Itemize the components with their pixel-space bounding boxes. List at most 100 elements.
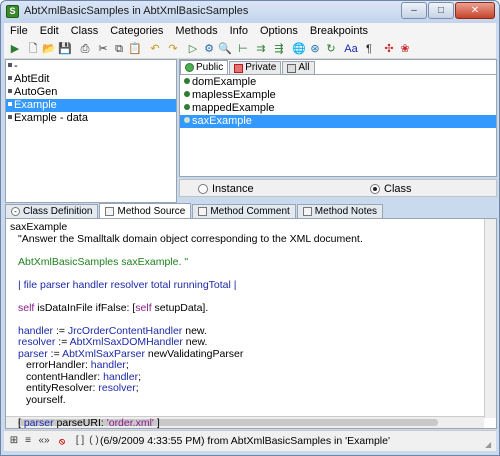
back-icon[interactable]: «» [38, 435, 50, 447]
method-label: domExample [192, 76, 257, 88]
public-icon [185, 63, 194, 72]
method-list-item[interactable]: domExample [180, 76, 496, 89]
menu-categories[interactable]: Categories [104, 23, 169, 39]
redo-icon[interactable]: ↷ [166, 42, 180, 56]
code-token: "Answer the Smalltalk domain object corr… [18, 232, 363, 245]
tab-label: Class Definition [23, 206, 93, 217]
menu-file[interactable]: File [4, 23, 34, 39]
tab-label: Private [245, 62, 277, 73]
class-radio[interactable]: Class [370, 183, 412, 195]
method-list-item-selected[interactable]: saxExample [180, 115, 496, 128]
close-button[interactable]: ✕ [455, 2, 495, 19]
code-line: AbtXmlBasicSamples saxExample. " [18, 255, 189, 268]
senders-icon[interactable]: ⇉ [254, 42, 268, 56]
stop-icon[interactable]: ⦸ [56, 435, 68, 447]
radio-label: Class [384, 183, 412, 195]
window-title: AbtXmlBasicSamples in AbtXmlBasicSamples [24, 5, 249, 17]
class-list-item[interactable]: AbtEdit [6, 73, 176, 86]
code-token: ; [135, 382, 139, 394]
save-icon[interactable]: 💾 [58, 42, 72, 56]
method-source-editor[interactable]: saxExample "Answer the Smalltalk domain o… [5, 218, 497, 429]
code-token: isDataInFile ifFalse: [ [34, 301, 136, 314]
code-token: ; [138, 370, 142, 383]
tab-class-definition[interactable]: - Class Definition [5, 204, 99, 218]
code-token: JrcOrderContentHandler [67, 324, 183, 337]
debug-icon[interactable]: ⚙ [202, 42, 216, 56]
tab-method-notes[interactable]: Method Notes [296, 204, 384, 218]
tab-method-source[interactable]: Method Source [99, 203, 192, 218]
print-icon[interactable]: ⎙ [78, 42, 92, 56]
menu-bar: File Edit Class Categories Methods Info … [4, 23, 496, 39]
menu-info[interactable]: Info [224, 23, 254, 39]
tab-label: Public [196, 61, 224, 73]
code-token: entityResolver: [26, 382, 99, 394]
code-token: := [47, 347, 63, 360]
brackets-icon[interactable]: [ ] [74, 435, 86, 447]
new-icon[interactable]: 🗋 [26, 42, 40, 56]
app-icon: S [6, 5, 19, 18]
tab-private[interactable]: Private [229, 61, 282, 74]
tab-label: All [298, 62, 310, 73]
menu-options[interactable]: Options [254, 23, 304, 39]
all-icon [287, 63, 297, 73]
parens-icon[interactable]: ( ) [88, 435, 100, 447]
class-list[interactable]: - AbtEdit AutoGen Example Example - data [5, 59, 177, 203]
breakpoint-icon[interactable]: ✣ [382, 42, 396, 56]
spell-icon[interactable]: ¶ [362, 42, 376, 56]
public-method-icon [184, 104, 190, 110]
resize-grip-icon[interactable]: ◢ [485, 440, 495, 450]
run-icon[interactable]: ▶ [8, 42, 22, 56]
font-icon[interactable]: Aa [344, 42, 358, 56]
code-token: parser [23, 416, 54, 429]
tab-public[interactable]: Public [180, 60, 229, 74]
class-list-item[interactable]: AutoGen [6, 86, 176, 99]
private-icon [234, 63, 244, 73]
code-line: contentHandler: handler; [26, 370, 142, 383]
method-list-item[interactable]: mappedExample [180, 102, 496, 115]
open-icon[interactable]: 📂 [42, 42, 56, 56]
lines-icon[interactable]: ≡ [22, 435, 34, 447]
maximize-button[interactable]: □ [428, 2, 454, 19]
instance-radio[interactable]: Instance [198, 183, 254, 195]
team-icon[interactable]: ❀ [398, 42, 412, 56]
toolbar: ▶ 🗋 📂 💾 ⎙ ✂ ⧉ 📋 ↶ ↷ ▷ ⚙ 🔍 ⊢ ⇉ ⇶ 🌐 ⊛ ↻ Aa ¶ ✣ ❀ [4, 39, 496, 59]
cut-icon[interactable]: ✂ [96, 42, 110, 56]
refresh-icon[interactable]: ↻ [324, 42, 338, 56]
paste-icon[interactable]: 📋 [128, 42, 142, 56]
menu-edit[interactable]: Edit [34, 23, 65, 39]
class-list-item[interactable]: Example - data [6, 112, 176, 125]
code-line: self isDataInFile ifFalse: [self setupDa… [18, 301, 208, 314]
method-list[interactable]: domExample maplessExample mappedExample … [180, 74, 496, 176]
code-token: handler [18, 324, 54, 337]
code-line: [ parser parseURI: 'order.xml' ] [18, 416, 160, 429]
globe-icon[interactable]: 🌐 [292, 42, 306, 56]
class-list-item-selected[interactable]: Example [6, 99, 176, 112]
code-token: AbtXmlSaxParser [62, 347, 145, 360]
menu-breakpoints[interactable]: Breakpoints [304, 23, 374, 39]
title-bar[interactable]: S AbtXmlBasicSamples in AbtXmlBasicSampl… [1, 1, 499, 23]
copy-icon[interactable]: ⧉ [112, 42, 126, 56]
vertical-scrollbar[interactable] [484, 219, 496, 418]
tab-method-comment[interactable]: Method Comment [192, 204, 296, 218]
tab-all[interactable]: All [282, 61, 315, 74]
menu-class[interactable]: Class [65, 23, 105, 39]
code-token: self [18, 301, 35, 314]
code-token: AbtXmlBasicSamples saxExample. " [18, 255, 189, 268]
class-list-icon[interactable]: ⊞ [8, 435, 20, 447]
inspect-icon[interactable]: 🔍 [218, 42, 232, 56]
code-line: resolver := AbtXmlSaxDOMHandler new. [18, 337, 207, 348]
code-token: AbtXmlSaxDOMHandler [69, 336, 183, 348]
scope-selector: Instance Class [179, 179, 497, 197]
code-line: parser := AbtXmlSaxParser newValidatingP… [18, 347, 243, 360]
class-list-item[interactable]: - [6, 60, 176, 73]
hierarchy-icon[interactable]: ⊢ [236, 42, 250, 56]
undo-icon[interactable]: ↶ [148, 42, 162, 56]
implementors-icon[interactable]: ⇶ [272, 42, 286, 56]
menu-methods[interactable]: Methods [169, 23, 223, 39]
collapse-icon[interactable]: - [11, 207, 20, 216]
minimize-button[interactable]: – [401, 2, 427, 19]
execute-icon[interactable]: ▷ [186, 42, 200, 56]
method-list-item[interactable]: maplessExample [180, 89, 496, 102]
code-token: parser [18, 347, 48, 360]
references-icon[interactable]: ⊛ [308, 42, 322, 56]
